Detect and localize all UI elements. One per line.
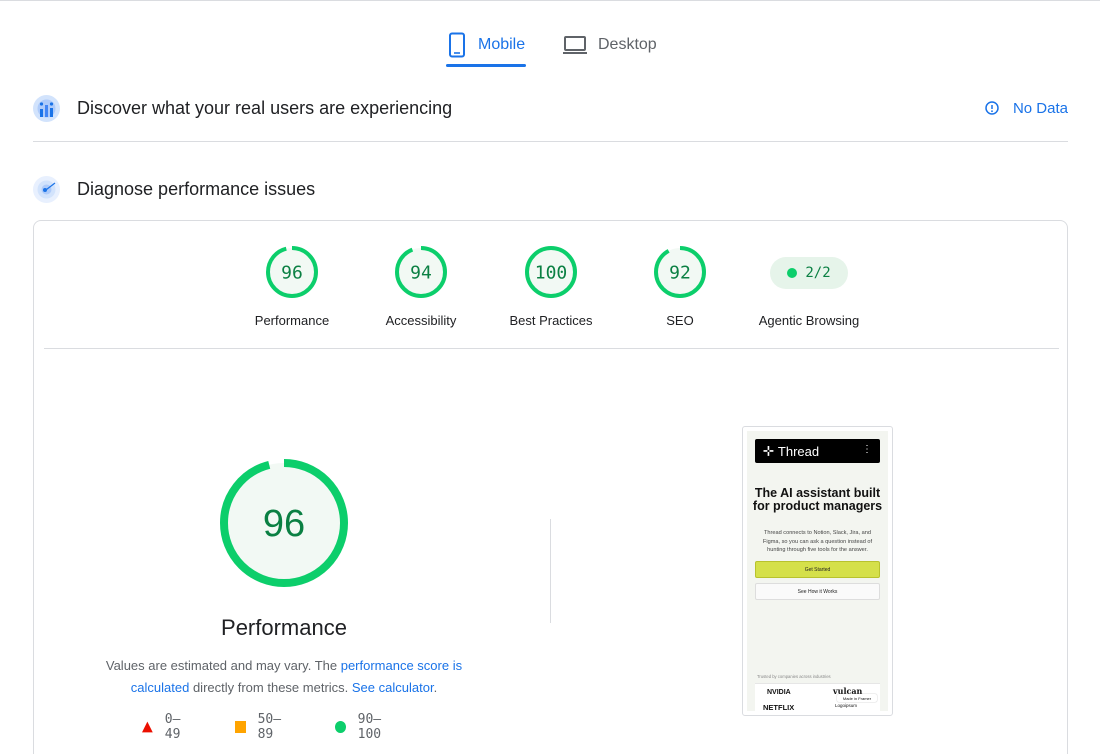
- preview-page: ⊹ Thread ⋮ The AI assistant built for pr…: [747, 431, 888, 711]
- score-legend: 0–49 50–89 90–100: [142, 712, 442, 742]
- card-divider: [44, 348, 1059, 349]
- laptop-icon: [563, 36, 587, 54]
- preview-secondary-button: See How it Works: [755, 583, 880, 600]
- logoipsum-logo: Logoipsum: [835, 703, 858, 708]
- legend-fail: 0–49: [142, 712, 193, 742]
- gauge-score: 96: [281, 263, 303, 284]
- preview-trusted-text: Trusted by companies across industries: [757, 674, 831, 679]
- kebab-menu-icon: ⋮: [862, 444, 872, 455]
- gauge-best-practices[interactable]: 100 Best Practices: [491, 245, 611, 328]
- gauge-label: Accessibility: [385, 313, 457, 328]
- active-tab-indicator: [446, 64, 526, 67]
- gauge-ring: 96: [266, 246, 318, 298]
- tab-desktop-label: Desktop: [598, 36, 657, 53]
- made-in-framer-badge: Made in Framer: [837, 694, 877, 702]
- page-screenshot-preview: ⊹ Thread ⋮ The AI assistant built for pr…: [742, 426, 893, 716]
- agentic-badge[interactable]: 2/2: [770, 257, 848, 289]
- smartphone-icon: [449, 32, 465, 58]
- device-tabs: Mobile Desktop: [0, 22, 1100, 68]
- preview-logo-strip: NVIDIA NETFLIX vulcan Made in Framer Log…: [755, 683, 880, 711]
- radar-icon: [33, 175, 60, 203]
- users-chart-icon: [33, 94, 60, 122]
- vertical-divider: [550, 519, 551, 623]
- agentic-label: Agentic Browsing: [758, 313, 860, 328]
- square-icon: [234, 721, 246, 733]
- agentic-value: 2/2: [805, 265, 831, 281]
- gauge-ring: 94: [395, 246, 447, 298]
- preview-headline: The AI assistant built for product manag…: [752, 486, 883, 513]
- diagnose-title: Diagnose performance issues: [77, 178, 316, 199]
- no-data-link[interactable]: No Data: [985, 88, 1068, 128]
- desc-text: Values are estimated and may vary. The: [105, 658, 341, 673]
- thread-logo-icon: ⊹: [763, 443, 774, 458]
- preview-brand: Thread: [777, 443, 820, 459]
- tab-mobile-label: Mobile: [478, 36, 526, 53]
- netflix-logo: NETFLIX: [763, 703, 795, 711]
- gauge-seo[interactable]: 92 SEO: [620, 245, 740, 328]
- desc-text: directly from these metrics.: [189, 680, 352, 695]
- gauge-score: 92: [669, 263, 691, 284]
- gauge-label: SEO: [666, 313, 694, 328]
- see-calculator-link[interactable]: See calculator: [352, 680, 434, 695]
- triangle-icon: [142, 721, 153, 733]
- gauge-score: 94: [410, 263, 432, 284]
- desc-text: .: [433, 680, 438, 695]
- performance-title: Performance: [221, 615, 347, 640]
- legend-range: 0–49: [164, 712, 181, 742]
- gauge-performance[interactable]: 96 Performance: [232, 245, 352, 328]
- preview-primary-button: Get Started: [755, 561, 880, 578]
- info-icon: [985, 101, 999, 115]
- legend-range: 90–100: [357, 712, 382, 742]
- report-card: 96 Performance 94 Accessibility 100 Best…: [33, 220, 1068, 754]
- pass-dot-icon: [787, 268, 798, 278]
- score-gauges: 96 Performance 94 Accessibility 100 Best…: [34, 221, 1069, 349]
- preview-navbar: ⊹ Thread ⋮: [755, 439, 880, 463]
- real-users-section: Discover what your real users are experi…: [33, 88, 1068, 128]
- preview-body: Thread connects to Notion, Slack, Jira, …: [762, 530, 873, 553]
- tab-mobile[interactable]: Mobile: [446, 22, 526, 68]
- gauge-accessibility[interactable]: 94 Accessibility: [361, 245, 481, 328]
- performance-description: Values are estimated and may vary. The p…: [84, 655, 484, 699]
- gauge-ring: 100: [525, 246, 577, 298]
- section-divider: [33, 141, 1068, 142]
- circle-icon: [334, 721, 346, 733]
- gauge-label: Performance: [254, 313, 330, 328]
- legend-average: 50–89: [234, 712, 293, 742]
- performance-score-large: 96: [263, 503, 305, 545]
- gauge-label: Best Practices: [509, 313, 593, 328]
- legend-range: 50–89: [257, 712, 282, 742]
- real-users-title: Discover what your real users are experi…: [77, 97, 453, 118]
- tab-desktop[interactable]: Desktop: [562, 22, 662, 68]
- legend-pass: 90–100: [334, 712, 400, 742]
- gauge-score: 100: [535, 263, 568, 284]
- performance-gauge-large: 96: [220, 459, 348, 587]
- no-data-label: No Data: [1012, 99, 1068, 117]
- diagnose-section: Diagnose performance issues: [33, 169, 1068, 209]
- nvidia-logo: NVIDIA: [767, 689, 791, 696]
- top-border: [0, 0, 1100, 1]
- gauge-ring: 92: [654, 246, 706, 298]
